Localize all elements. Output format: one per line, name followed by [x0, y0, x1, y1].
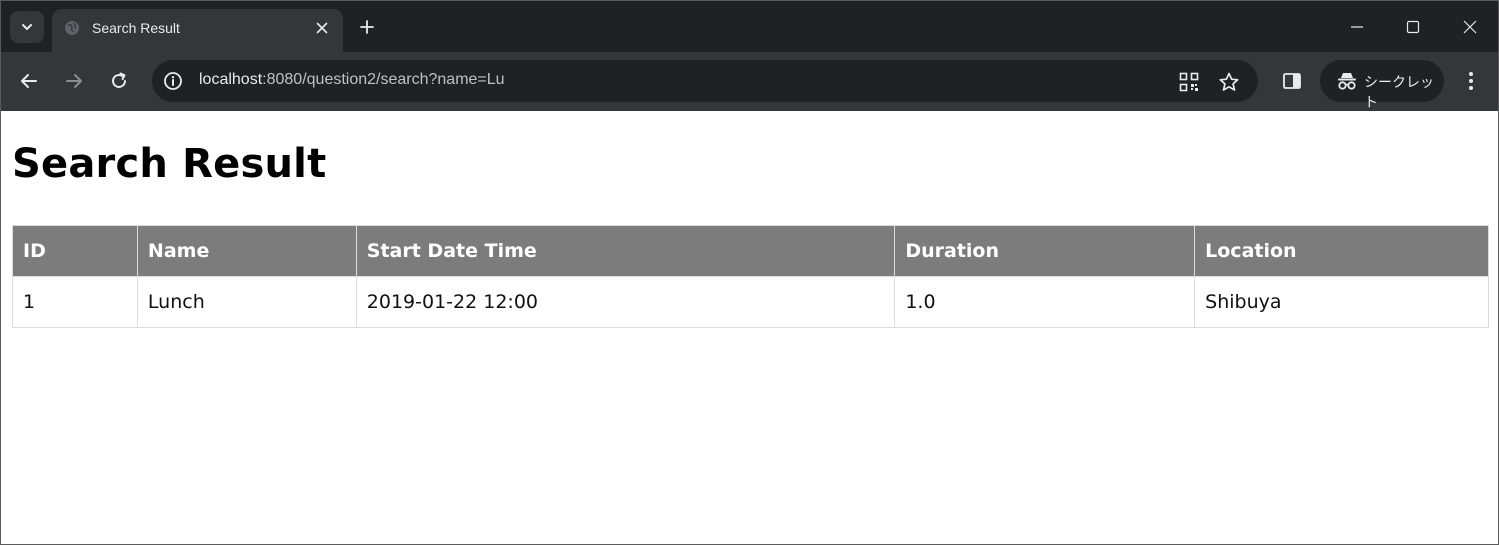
column-header-location: Location [1194, 225, 1489, 277]
maximize-icon [1406, 20, 1420, 34]
cell-start-date-time: 2019-01-22 12:00 [355, 276, 896, 328]
active-tab[interactable]: Search Result [52, 9, 343, 52]
column-header-duration: Duration [894, 225, 1196, 277]
tab-strip: Search Result [1, 1, 1498, 52]
close-icon [316, 22, 328, 34]
minimize-icon [1351, 26, 1363, 28]
incognito-profile-button[interactable]: シークレット [1320, 60, 1444, 111]
cell-duration: 1.0 [894, 276, 1196, 328]
chevron-down-icon [22, 24, 32, 30]
url-text[interactable]: localhost:8080/question2/search?name=Lu [199, 71, 505, 89]
tab-search-button[interactable] [10, 11, 44, 43]
arrow-left-icon [21, 74, 37, 88]
minimize-button[interactable] [1342, 13, 1372, 41]
info-icon[interactable] [163, 71, 183, 91]
column-header-name: Name [136, 225, 357, 277]
forward-button[interactable] [61, 68, 87, 94]
browser-window: Search Result localhost:8080/question2/s… [0, 0, 1499, 545]
table-header-row: ID Name Start Date Time Duration Locatio… [12, 225, 1489, 277]
url-host: localhost [199, 71, 263, 88]
globe-icon [65, 21, 79, 35]
bookmark-button[interactable] [1218, 71, 1240, 93]
incognito-icon [1338, 73, 1356, 90]
cell-name: Lunch [136, 276, 357, 328]
url-path: :8080/question2/search?name=Lu [262, 71, 505, 88]
column-header-id: ID [12, 225, 138, 277]
cell-id: 1 [12, 276, 138, 328]
results-table: ID Name Start Date Time Duration Locatio… [12, 225, 1489, 328]
address-bar[interactable]: localhost:8080/question2/search?name=Lu [152, 60, 1258, 102]
new-tab-button[interactable] [356, 16, 378, 38]
more-vertical-icon [1469, 72, 1473, 90]
side-panel-button[interactable] [1279, 68, 1305, 94]
cell-location: Shibuya [1194, 276, 1489, 328]
qr-code-icon [1179, 72, 1199, 92]
column-header-start-date-time: Start Date Time [355, 225, 896, 277]
back-button[interactable] [16, 68, 42, 94]
plus-icon [360, 20, 374, 34]
close-icon [1463, 20, 1477, 34]
browser-toolbar: localhost:8080/question2/search?name=Lu [1, 52, 1498, 111]
close-window-button[interactable] [1455, 13, 1485, 41]
browser-menu-button[interactable] [1458, 68, 1484, 94]
table-row: 1 Lunch 2019-01-22 12:00 1.0 Shibuya [12, 276, 1489, 328]
reload-button[interactable] [106, 68, 132, 94]
maximize-button[interactable] [1398, 13, 1428, 41]
tab-title: Search Result [92, 20, 180, 36]
star-icon [1219, 72, 1239, 91]
qr-code-button[interactable] [1178, 71, 1200, 93]
incognito-label: シークレット [1364, 75, 1434, 111]
page-content: Search Result ID Name Start Date Time Du… [1, 111, 1498, 544]
page-title: Search Result [12, 141, 327, 187]
tab-close-button[interactable] [313, 19, 331, 37]
side-panel-icon [1283, 73, 1301, 89]
arrow-right-icon [66, 74, 82, 88]
reload-icon [112, 72, 126, 88]
